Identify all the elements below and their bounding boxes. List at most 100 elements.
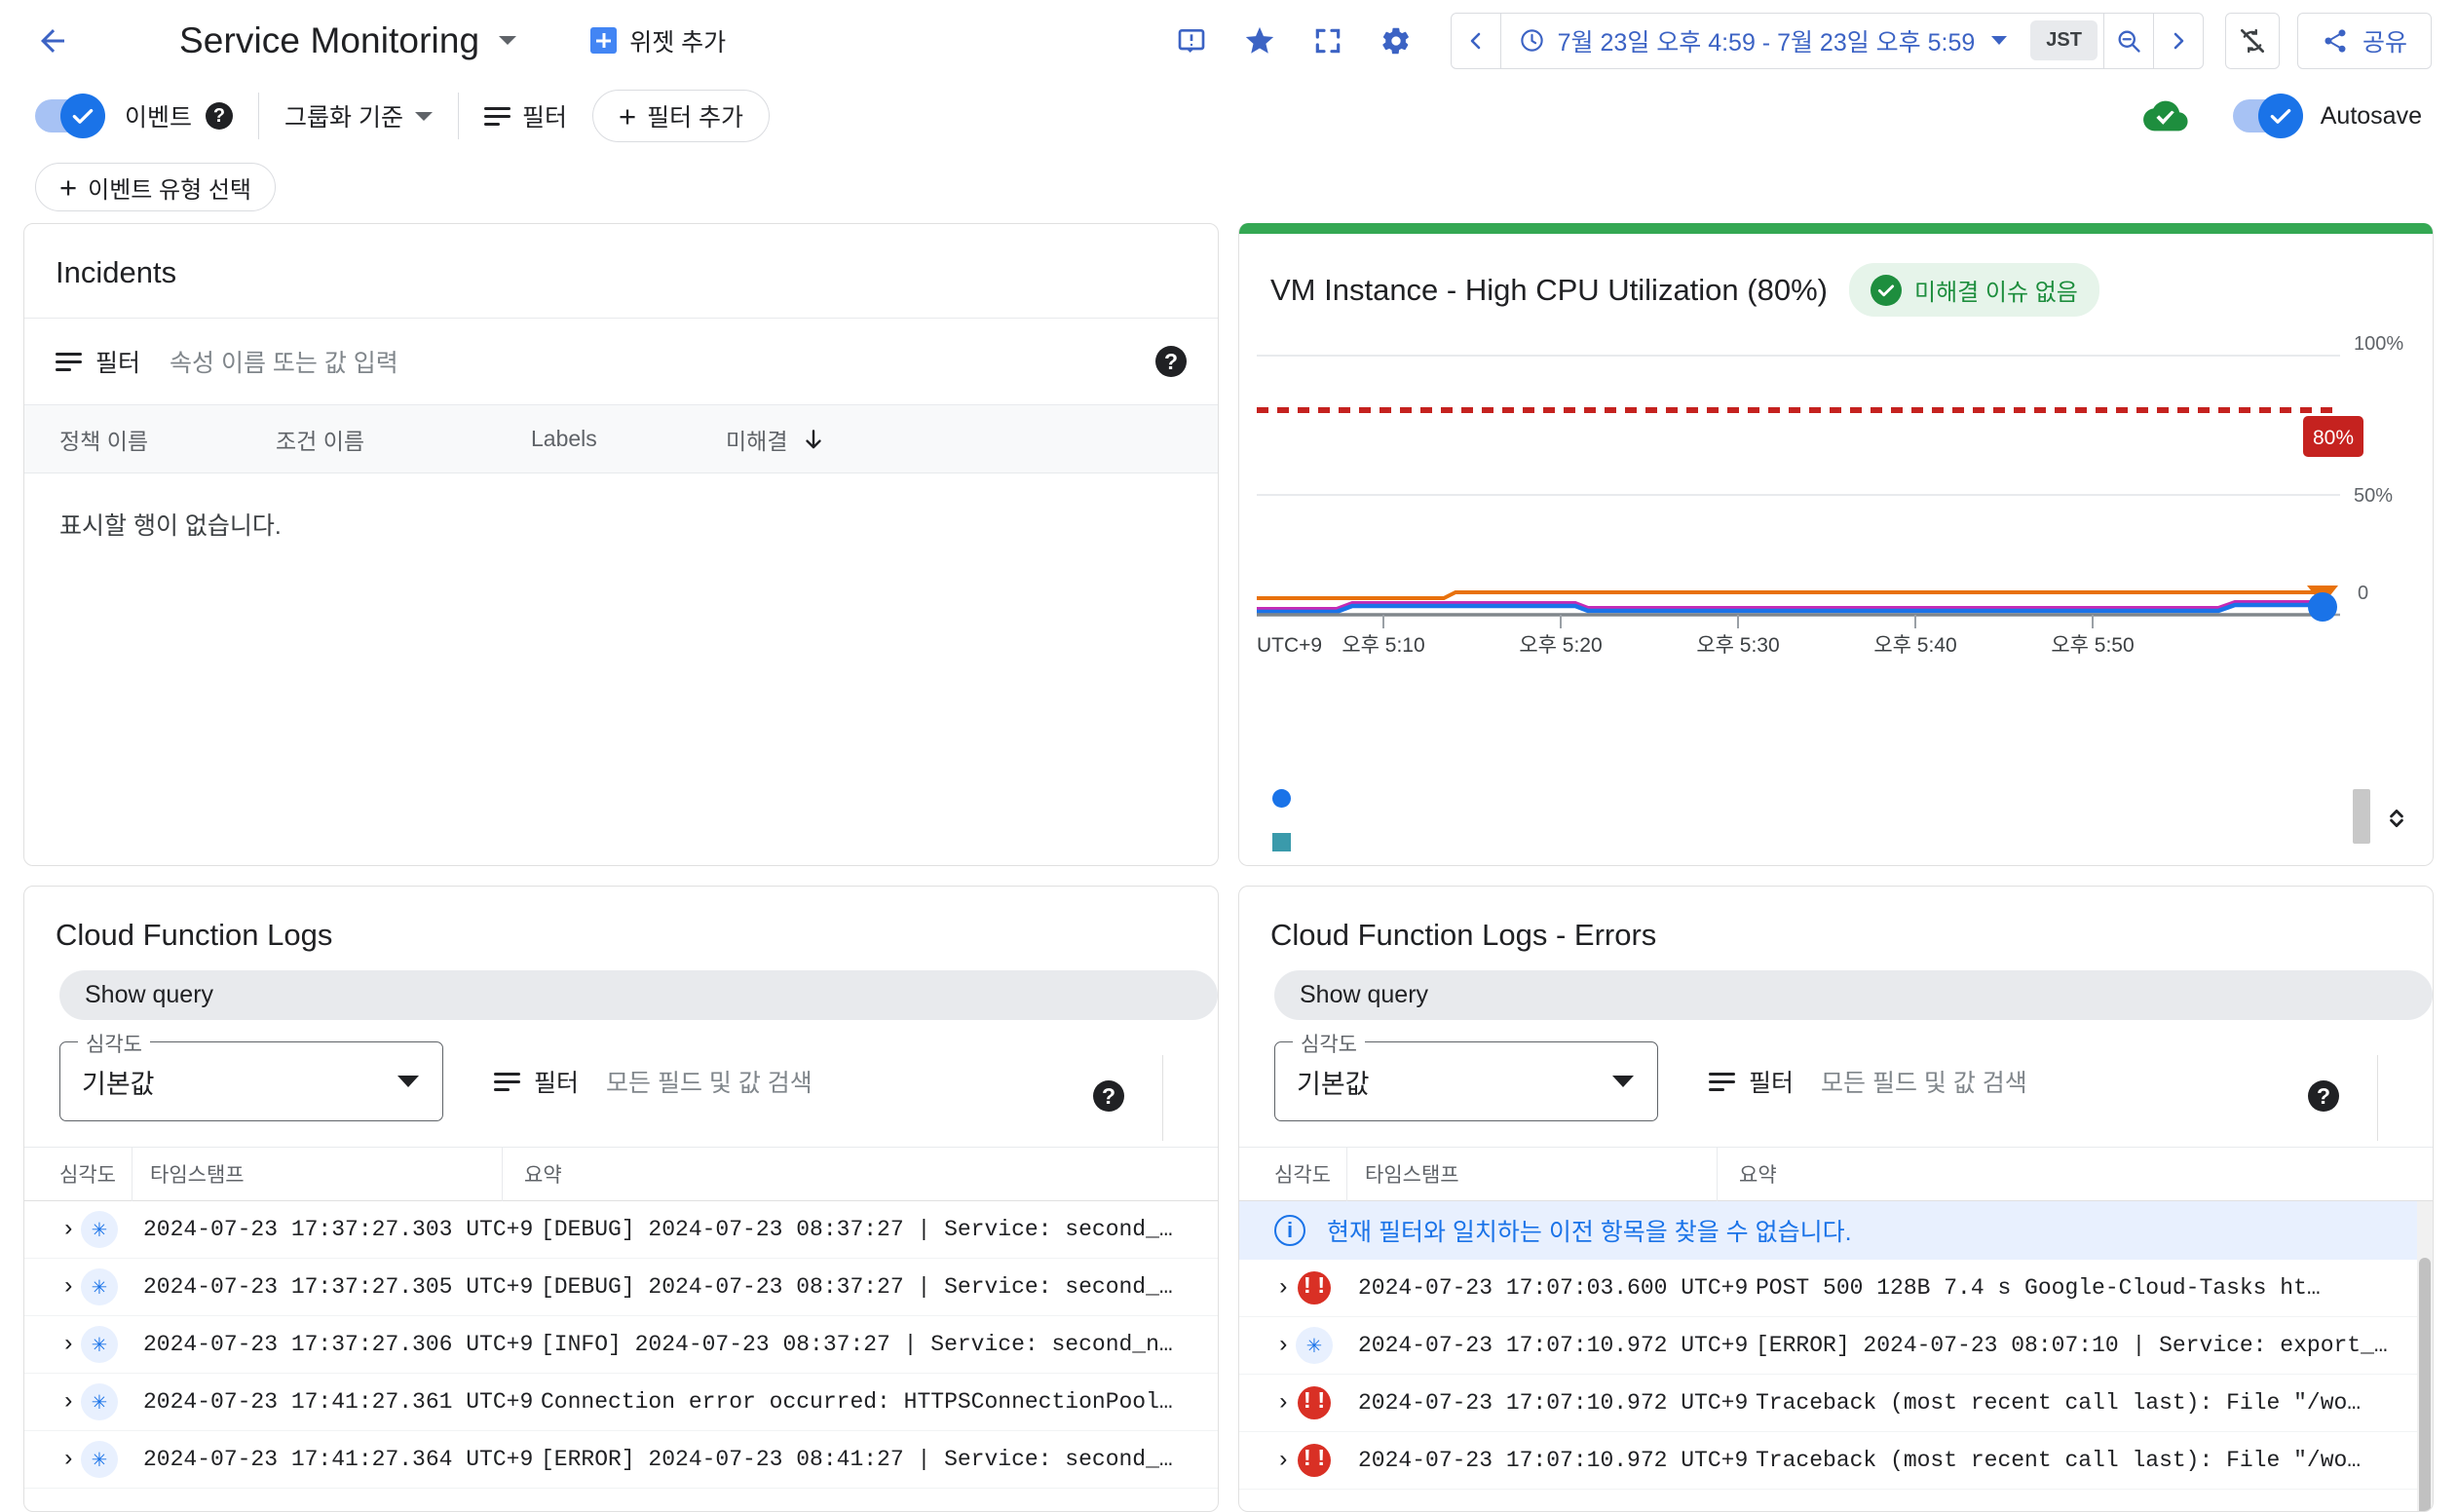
expand-row-icon[interactable]: › xyxy=(1239,1448,1290,1474)
time-range-prev-button[interactable] xyxy=(1452,14,1500,68)
add-filter-button[interactable]: + 필터 추가 xyxy=(591,90,771,142)
errors-rows[interactable]: i 현재 필터와 일치하는 이전 항목을 찾을 수 없습니다. › !! 202… xyxy=(1239,1201,2433,1511)
timezone-label: UTC+9 xyxy=(1257,634,1322,657)
scrollbar-thumb[interactable] xyxy=(2419,1258,2431,1511)
table-row[interactable]: › !! 2024-07-23 17:07:10.972 UTC+9 Trace… xyxy=(1239,1375,2433,1432)
chevron-left-icon xyxy=(1470,32,1480,49)
group-by-label: 그룹화 기준 xyxy=(284,104,403,132)
chart-legend-scrollbar[interactable] xyxy=(2353,789,2370,844)
sub-toolbar: 이벤트 ? 그룹화 기준 필터 + 필터 추가 Autosave xyxy=(0,81,2457,151)
column-summary[interactable]: 요약 xyxy=(502,1147,1218,1201)
table-row[interactable]: › ✳ 2024-07-23 17:37:27.306 UTC+9 [INFO]… xyxy=(24,1316,1218,1374)
expand-row-icon[interactable]: › xyxy=(1239,1390,1290,1417)
severity-select-box[interactable]: 심각도 기본값 xyxy=(1274,1029,1658,1121)
group-by-button[interactable]: 그룹화 기준 xyxy=(284,98,433,133)
plus-icon xyxy=(590,27,618,54)
xtick-0: 오후 5:10 xyxy=(1342,634,1424,657)
row-timestamp: 2024-07-23 17:07:10.972 UTC+9 xyxy=(1358,1390,1749,1416)
add-widget-button[interactable]: 위젯 추가 xyxy=(590,23,726,58)
time-range-value-button[interactable]: 7월 23일 오후 4:59 - 7월 23일 오후 5:59 xyxy=(1501,23,2025,58)
table-row[interactable]: › !! 2024-07-23 17:07:03.600 UTC+9 POST … xyxy=(1239,1260,2433,1317)
severity-indicator: ✳ xyxy=(67,1441,132,1478)
column-unresolved[interactable]: 미해결 xyxy=(726,423,826,456)
expand-row-icon[interactable]: › xyxy=(1239,1275,1290,1302)
logs-filter[interactable]: 필터 모든 필드 및 값 검색 xyxy=(494,1064,813,1099)
no-previous-entries-banner: i 현재 필터와 일치하는 이전 항목을 찾을 수 없습니다. xyxy=(1239,1201,2433,1260)
logs-filter-input[interactable]: 모든 필드 및 값 검색 xyxy=(606,1064,813,1099)
errors-filter[interactable]: 필터 모든 필드 및 값 검색 xyxy=(1709,1064,2027,1099)
help-icon[interactable]: ? xyxy=(2308,1080,2339,1112)
zoom-out-button[interactable] xyxy=(2104,14,2153,68)
severity-indicator: ✳ xyxy=(67,1326,132,1363)
xtick-1: 오후 5:20 xyxy=(1519,634,1602,657)
share-button[interactable]: 공유 xyxy=(2296,12,2432,69)
status-accent-bar xyxy=(1239,223,2433,234)
blue-circle-marker xyxy=(2308,592,2337,622)
back-button[interactable] xyxy=(25,14,80,68)
filter-button[interactable]: 필터 xyxy=(483,98,567,133)
errors-filter-input[interactable]: 모든 필드 및 값 검색 xyxy=(1821,1064,2027,1099)
column-timestamp[interactable]: 타임스탬프 xyxy=(132,1147,502,1201)
auto-refresh-toggle-button[interactable] xyxy=(2224,12,2280,69)
table-row[interactable]: › ✳ 2024-07-23 17:41:27.361 UTC+9 Connec… xyxy=(24,1374,1218,1431)
favorite-button[interactable] xyxy=(1232,14,1287,68)
column-severity[interactable]: 심각도 xyxy=(24,1159,132,1189)
annotation-button[interactable] xyxy=(1164,14,1219,68)
table-row[interactable]: › ✳ 2024-07-23 17:41:27.364 UTC+9 [ERROR… xyxy=(24,1431,1218,1489)
show-query-button[interactable]: Show query xyxy=(59,970,1218,1020)
column-condition-name[interactable]: 조건 이름 xyxy=(276,423,531,456)
incidents-filter-bar[interactable]: 필터 속성 이름 또는 값 입력 ? xyxy=(24,318,1218,405)
plus-icon: + xyxy=(59,170,78,205)
top-toolbar: Service Monitoring 위젯 추가 7월 23일 오후 4:59 … xyxy=(0,0,2457,81)
severity-indicator: !! xyxy=(1282,1386,1346,1419)
time-range-next-button[interactable] xyxy=(2154,14,2203,68)
page-title-dropdown[interactable] xyxy=(499,36,517,45)
legend-teal-square-icon[interactable] xyxy=(1272,833,1291,851)
fullscreen-button[interactable] xyxy=(1301,14,1355,68)
error-icon: !! xyxy=(1298,1444,1331,1477)
expand-row-icon[interactable]: › xyxy=(24,1274,75,1301)
help-icon[interactable]: ? xyxy=(1155,346,1187,377)
settings-button[interactable] xyxy=(1369,14,1423,68)
severity-select-legend: 심각도 xyxy=(1293,1029,1365,1058)
column-timestamp[interactable]: 타임스탬프 xyxy=(1346,1147,1717,1201)
expand-row-icon[interactable]: › xyxy=(24,1217,75,1243)
chevron-down-icon xyxy=(397,1076,419,1087)
severity-select[interactable]: 심각도 기본값 xyxy=(59,1029,443,1121)
column-labels[interactable]: Labels xyxy=(531,426,726,452)
table-row[interactable]: › ✳ 2024-07-23 17:37:27.303 UTC+9 [DEBUG… xyxy=(24,1201,1218,1259)
column-severity[interactable]: 심각도 xyxy=(1239,1159,1346,1189)
incidents-title: Incidents xyxy=(56,255,177,289)
expand-row-icon[interactable]: › xyxy=(24,1389,75,1416)
table-row[interactable]: › !! 2024-07-23 17:07:10.972 UTC+9 Trace… xyxy=(1239,1432,2433,1490)
expand-row-icon[interactable]: › xyxy=(24,1332,75,1358)
table-row[interactable]: › ✳ 2024-07-23 17:07:10.972 UTC+9 [ERROR… xyxy=(1239,1317,2433,1375)
show-query-button[interactable]: Show query xyxy=(1274,970,2433,1020)
severity-select-box[interactable]: 심각도 기본값 xyxy=(59,1029,443,1121)
errors-scrollbar[interactable] xyxy=(2417,1201,2433,1511)
column-summary[interactable]: 요약 xyxy=(1717,1147,2433,1201)
logs-rows[interactable]: › ✳ 2024-07-23 17:37:27.303 UTC+9 [DEBUG… xyxy=(24,1201,1218,1511)
select-event-type-button[interactable]: + 이벤트 유형 선택 xyxy=(35,163,277,211)
check-icon xyxy=(2270,108,2291,124)
help-icon[interactable]: ? xyxy=(1093,1080,1124,1112)
chart-expand-button[interactable] xyxy=(2378,789,2415,848)
expand-row-icon[interactable]: › xyxy=(1239,1333,1290,1359)
chevron-right-icon xyxy=(2174,32,2184,49)
vm-cpu-chart[interactable]: 100% 50% 0 80% UTC+9 오후 5:10 오후 5:20 오후 … xyxy=(1239,334,2433,865)
timezone-chip[interactable]: JST xyxy=(2030,20,2098,60)
events-toggle[interactable] xyxy=(35,94,105,138)
divider xyxy=(2377,1055,2378,1141)
status-badge: 미해결 이슈 없음 xyxy=(1848,263,2099,317)
chart-legend xyxy=(1272,789,1291,851)
table-row[interactable]: › ✳ 2024-07-23 17:37:27.305 UTC+9 [DEBUG… xyxy=(24,1259,1218,1316)
autosave-toggle[interactable] xyxy=(2232,94,2303,138)
column-policy-name[interactable]: 정책 이름 xyxy=(59,423,276,456)
toggle-knob xyxy=(60,94,105,138)
cloud-function-logs-card: Cloud Function Logs Show query 심각도 기본값 필… xyxy=(23,886,1219,1512)
severity-select[interactable]: 심각도 기본값 xyxy=(1274,1029,1658,1121)
expand-row-icon[interactable]: › xyxy=(24,1447,75,1473)
help-icon[interactable]: ? xyxy=(206,102,234,130)
legend-blue-dot-icon[interactable] xyxy=(1272,789,1291,808)
incidents-filter-input[interactable]: 속성 이름 또는 값 입력 xyxy=(170,344,398,379)
